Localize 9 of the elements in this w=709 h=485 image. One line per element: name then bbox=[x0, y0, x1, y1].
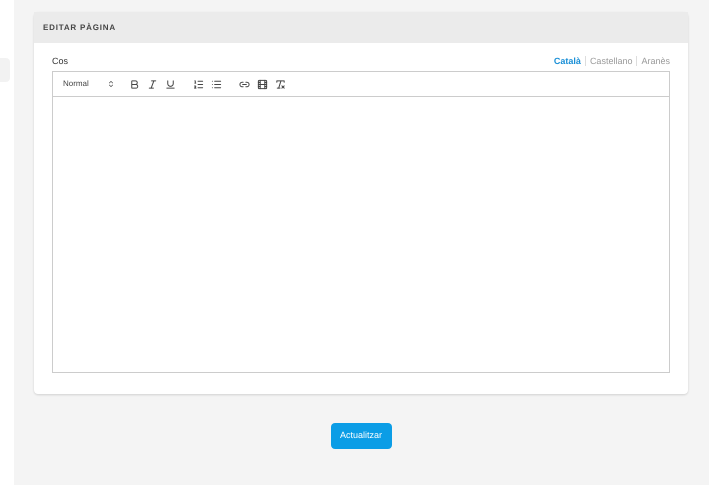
select-arrows-icon bbox=[107, 80, 115, 88]
field-label: Cos bbox=[52, 54, 68, 68]
language-tab[interactable]: Aranès bbox=[641, 54, 670, 68]
update-button[interactable]: Actualitzar bbox=[330, 423, 392, 449]
video-icon[interactable] bbox=[255, 77, 269, 91]
language-tab[interactable]: Castellano bbox=[590, 54, 632, 68]
language-tab[interactable]: Català bbox=[554, 54, 581, 68]
format-select[interactable]: Normal bbox=[63, 78, 115, 90]
card-title: EDITAR PÀGINA bbox=[43, 22, 116, 34]
